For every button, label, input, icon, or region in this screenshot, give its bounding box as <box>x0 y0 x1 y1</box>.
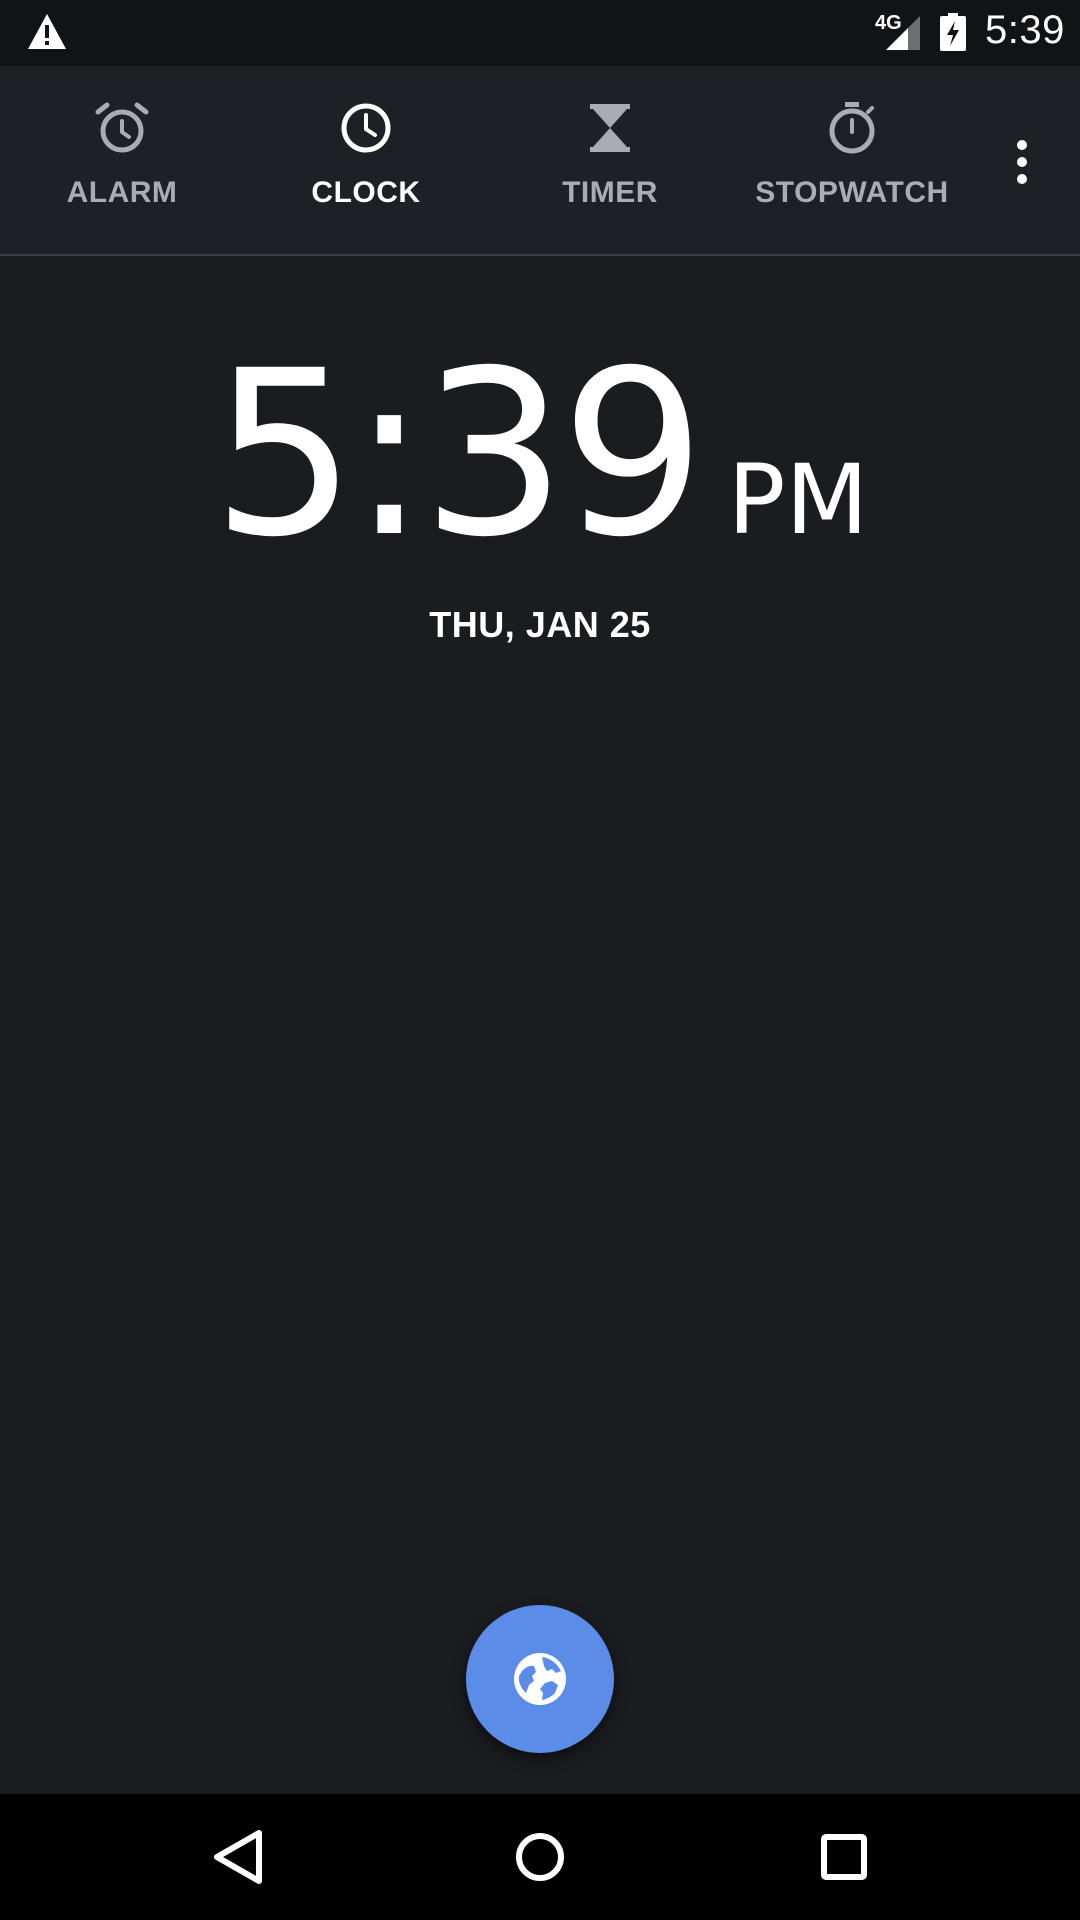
tab-bar: ALARM CLOCK TIMER STOPWATCH <box>0 66 1080 256</box>
tab-clock-label: CLOCK <box>311 176 421 209</box>
navigation-bar <box>0 1794 1080 1920</box>
clock-icon <box>341 103 391 153</box>
clock-app-screen: 4G 5:39 ALARM CLOCK TIMER STOPWATCH 5:39… <box>0 0 1080 1920</box>
alarm-clock-icon <box>95 102 149 153</box>
tab-alarm-label: ALARM <box>66 176 178 209</box>
clock-ampm: PM <box>727 444 869 556</box>
home-button[interactable] <box>505 1822 575 1892</box>
tab-alarm[interactable]: ALARM <box>0 66 244 256</box>
stopwatch-icon <box>829 102 875 154</box>
recents-button[interactable] <box>809 1822 879 1892</box>
warning-icon <box>28 14 66 49</box>
clock-date: THU, JAN 25 <box>429 604 651 645</box>
hourglass-icon <box>590 104 630 152</box>
tab-clock[interactable]: CLOCK <box>244 66 488 256</box>
tab-stopwatch[interactable]: STOPWATCH <box>730 66 974 256</box>
tab-timer-label: TIMER <box>562 176 658 209</box>
digital-clock: 5:39 PM <box>0 340 1080 568</box>
back-button[interactable] <box>203 1822 273 1892</box>
signal-icon <box>886 16 920 50</box>
back-icon <box>214 1830 262 1884</box>
tab-stopwatch-label: STOPWATCH <box>755 176 949 209</box>
status-time: 5:39 <box>985 8 1065 52</box>
overflow-menu-button[interactable] <box>1002 112 1042 212</box>
clock-time: 5:39 <box>211 321 706 587</box>
world-clock-fab[interactable] <box>466 1605 614 1753</box>
home-icon <box>516 1833 564 1881</box>
tab-timer[interactable]: TIMER <box>488 66 732 256</box>
globe-icon <box>514 1653 566 1705</box>
more-vert-icon <box>1017 140 1027 184</box>
battery-charging-icon <box>940 13 966 51</box>
recents-icon <box>821 1834 867 1880</box>
status-bar: 4G 5:39 <box>0 0 1080 66</box>
